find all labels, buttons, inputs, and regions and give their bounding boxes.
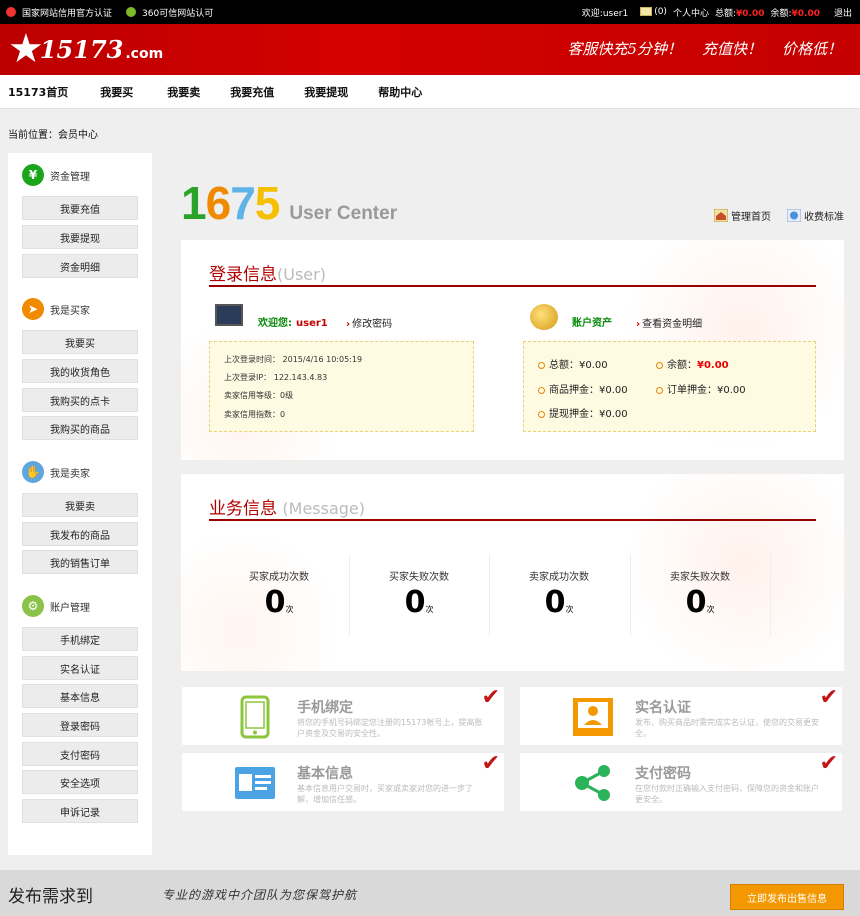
sidebar-item-sell[interactable]: 我要卖 <box>22 493 138 517</box>
view-fund-details-link[interactable]: 查看资金明细 <box>636 315 702 330</box>
sidebar-group-account: ⚙ 账户管理 <box>22 595 90 617</box>
star-logo-icon: ★ <box>8 26 44 72</box>
sidebar-group-seller: ✋ 我是卖家 <box>22 461 90 483</box>
check-icon: ✔ <box>481 686 500 710</box>
user-center-logo: 1 6 7 5 User Center <box>181 177 398 229</box>
top-bar: 国家网站信用官方认证 360可信网站认可 欢迎:user1 (0) 个人中心 总… <box>0 0 860 24</box>
home-icon <box>714 209 728 222</box>
seller-credit-level: 卖家信用等级：0级 <box>224 391 294 400</box>
handshake-icon: ✋ <box>22 461 44 483</box>
card-pay-password[interactable]: 支付密码 在您付款时正确输入支付密码，保障您的资金和账户更安全。 ✔ <box>519 752 843 812</box>
sidebar-item-buy[interactable]: 我要买 <box>22 330 138 354</box>
sidebar-item-appeal-records[interactable]: 申诉记录 <box>22 799 138 823</box>
breadcrumb: 当前位置：会员中心 <box>8 130 98 141</box>
cursor-icon: ➤ <box>22 298 44 320</box>
sidebar-item-real-name[interactable]: 实名认证 <box>22 656 138 680</box>
monitor-icon <box>215 304 243 326</box>
sidebar-item-bought-goods[interactable]: 我购买的商品 <box>22 416 138 440</box>
bottom-slogan: 专业的游戏中介团队为您保驾护航 <box>162 888 358 902</box>
change-password-link[interactable]: 修改密码 <box>346 315 392 330</box>
publish-sale-button[interactable]: 立即发布出售信息 <box>730 884 844 910</box>
card-phone-binding[interactable]: 手机绑定 将您的手机号码绑定您注册的15173帐号上，提高账户资金及交易的安全性… <box>181 686 505 746</box>
sidebar-group-buyer: ➤ 我是买家 <box>22 298 90 320</box>
balance-label: 余额:¥0.00 <box>770 8 820 19</box>
badge-credit[interactable]: 国家网站信用官方认证 <box>22 6 112 19</box>
check-icon: ✔ <box>819 752 838 776</box>
sidebar-item-published-goods[interactable]: 我发布的商品 <box>22 522 138 546</box>
sidebar-item-sales-orders[interactable]: 我的销售订单 <box>22 550 138 574</box>
welcome-text: 欢迎:user1 <box>581 8 629 19</box>
asset-goods-deposit: 商品押金：¥0.00 <box>538 381 628 396</box>
sidebar-item-bought-cards[interactable]: 我购买的点卡 <box>22 388 138 412</box>
card-basic-info[interactable]: 基本信息 基本信息用户交易时，买家或卖家对您的进一步了解，增加信任感。 ✔ <box>181 752 505 812</box>
coins-icon <box>530 304 558 330</box>
asset-total: 总额：¥0.00 <box>538 356 608 371</box>
sidebar-item-basic-info[interactable]: 基本信息 <box>22 684 138 708</box>
nav-withdraw[interactable]: 我要提现 <box>304 84 348 100</box>
asset-withdraw-deposit: 提现押金：¥0.00 <box>538 405 628 420</box>
account-assets-title: 账户资产 <box>572 318 612 329</box>
manage-home-link[interactable]: 管理首页 <box>714 208 771 223</box>
sidebar: ¥ 资金管理 我要充值 我要提现 资金明细 ➤ 我是买家 我要买 我的收货角色 … <box>8 153 152 855</box>
bottom-bar: 发布需求到 专业的游戏中介团队为您保驾护航 立即发布出售信息 <box>0 870 860 916</box>
share-icon <box>572 761 614 805</box>
badge-360[interactable]: 360可信网站认可 <box>142 6 213 19</box>
last-login-time: 上次登录时间： 2015/4/16 10:05:19 <box>224 355 363 364</box>
certified-icon <box>6 7 16 17</box>
sidebar-item-recharge[interactable]: 我要充值 <box>22 196 138 220</box>
mail-icon <box>640 7 653 16</box>
sidebar-group-funds: ¥ 资金管理 <box>22 164 90 186</box>
sidebar-item-security-options[interactable]: 安全选项 <box>22 770 138 794</box>
assets-box: 总额：¥0.00 余额：¥0.00 商品押金：¥0.00 订单押金：¥0.00 … <box>523 341 816 432</box>
stat-seller-success: 卖家成功次数 0次 <box>529 572 589 620</box>
asset-order-deposit: 订单押金：¥0.00 <box>656 381 746 396</box>
id-photo-icon <box>572 695 614 739</box>
main-top-links: 管理首页 收费标准 <box>714 208 844 223</box>
business-panel-title: 业务信息 (Message) <box>209 499 366 519</box>
sidebar-item-pay-password[interactable]: 支付密码 <box>22 742 138 766</box>
mail-link[interactable]: (0) <box>640 7 667 17</box>
asset-balance: 余额：¥0.00 <box>656 356 729 371</box>
logout-link[interactable]: 退出 <box>834 6 852 19</box>
sidebar-item-withdraw[interactable]: 我要提现 <box>22 225 138 249</box>
nav-buy[interactable]: 我要买 <box>100 84 133 100</box>
nav-recharge[interactable]: 我要充值 <box>230 84 274 100</box>
site-header: ★ 15173 .com 客服快充5分钟！ 充值快！ 价格低！ <box>0 24 860 75</box>
sidebar-item-login-password[interactable]: 登录密码 <box>22 713 138 737</box>
login-panel-title: 登录信息(User) <box>209 265 326 285</box>
sidebar-item-receive-role[interactable]: 我的收货角色 <box>22 359 138 383</box>
check-icon: ✔ <box>819 686 838 710</box>
id-card-icon <box>234 761 276 805</box>
trust-check-icon <box>126 7 137 17</box>
globe-icon <box>787 209 801 222</box>
stat-buyer-success: 买家成功次数 0次 <box>249 572 309 620</box>
total-label: 总额:¥0.00 <box>714 8 765 19</box>
card-real-name[interactable]: 实名认证 发布、购买商品时需完成实名认证，使您的交易更安全。 ✔ <box>519 686 843 746</box>
main-nav: 15173首页 我要买 我要卖 我要充值 我要提现 帮助中心 <box>0 75 860 109</box>
login-details-box: 上次登录时间： 2015/4/16 10:05:19 上次登录IP： 122.1… <box>209 341 474 432</box>
last-login-ip: 上次登录IP： 122.143.4.83 <box>224 373 328 382</box>
sidebar-item-fund-details[interactable]: 资金明细 <box>22 254 138 278</box>
header-slogan: 客服快充5分钟！ 充值快！ 价格低！ <box>567 40 842 58</box>
personal-center-link[interactable]: 个人中心 <box>673 6 709 19</box>
business-info-panel: 业务信息 (Message) 买家成功次数 0次 买家失败次数 0次 卖家成功次… <box>181 474 844 671</box>
nav-home[interactable]: 15173首页 <box>8 84 68 100</box>
fee-standard-link[interactable]: 收费标准 <box>787 208 844 223</box>
sidebar-item-phone-binding[interactable]: 手机绑定 <box>22 627 138 651</box>
stat-seller-fail: 卖家失败次数 0次 <box>670 572 730 620</box>
stat-buyer-fail: 买家失败次数 0次 <box>389 572 449 620</box>
gear-icon: ⚙ <box>22 595 44 617</box>
site-logo[interactable]: ★ 15173 .com <box>8 26 163 72</box>
yen-icon: ¥ <box>22 164 44 186</box>
nav-help[interactable]: 帮助中心 <box>378 84 422 100</box>
phone-icon <box>234 695 276 739</box>
login-info-panel: 登录信息(User) 欢迎您:user1 修改密码 上次登录时间： 2015/4… <box>181 240 844 460</box>
check-icon: ✔ <box>481 752 500 776</box>
seller-credit-index: 卖家信用指数：0 <box>224 410 286 419</box>
bottom-title: 发布需求到 <box>8 887 93 907</box>
nav-sell[interactable]: 我要卖 <box>167 84 200 100</box>
welcome-user: 欢迎您: user1 <box>258 318 328 329</box>
